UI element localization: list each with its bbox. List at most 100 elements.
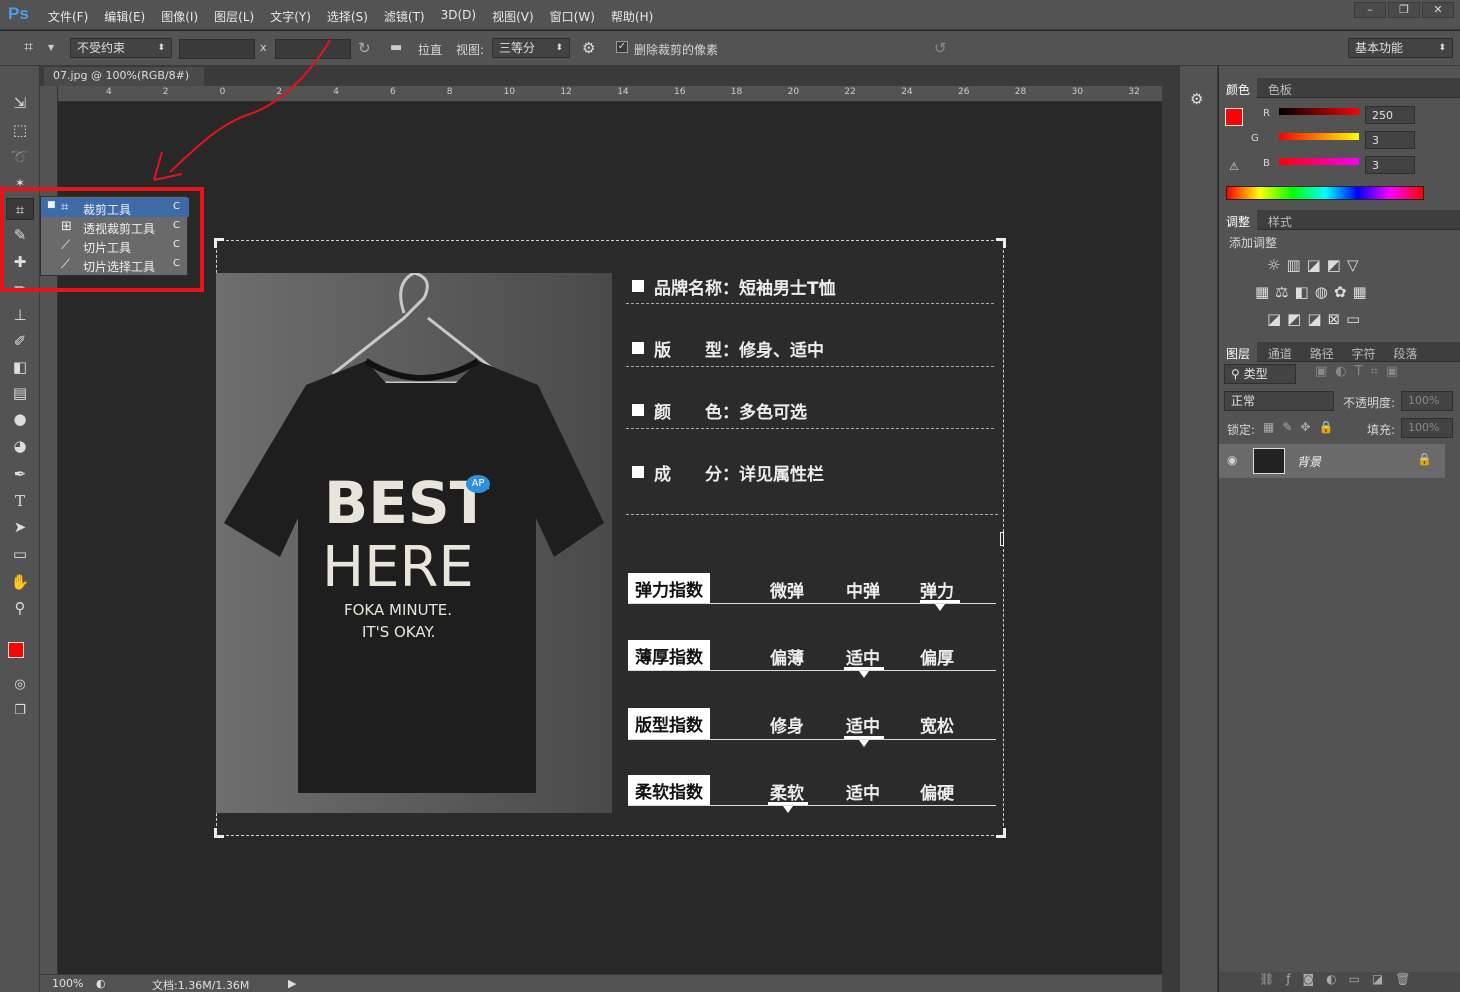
layers-panel-tabs: 图层 通道 路径 字符 段落: [1219, 342, 1460, 365]
pen-tool-icon[interactable]: ✒: [6, 463, 34, 485]
lock-icons[interactable]: ▦✎✥🔒: [1263, 420, 1341, 434]
elasticity-tag: 弹力指数: [628, 573, 710, 604]
zoom-tool-icon[interactable]: ⚲: [6, 597, 34, 619]
zoom-level[interactable]: 100%: [52, 977, 83, 990]
straighten-label[interactable]: 拉直: [418, 41, 442, 58]
dodge-tool-icon[interactable]: ◕: [6, 435, 34, 457]
crop-handle-br[interactable]: [996, 828, 1006, 838]
preset-dropdown-arrow-icon[interactable]: ▼: [48, 43, 54, 52]
panel-fg-swatch[interactable]: [1225, 108, 1243, 126]
screen-mode-icon[interactable]: ❐: [6, 700, 34, 722]
tab-color[interactable]: 颜色: [1219, 78, 1258, 101]
tab-paths[interactable]: 路径: [1303, 342, 1341, 365]
lasso-tool-icon[interactable]: ➰: [6, 146, 34, 168]
adjustment-icons-row-3[interactable]: ◪◩◪⊠▭: [1267, 310, 1366, 328]
view-select[interactable]: 三等分 ⬍: [492, 38, 570, 58]
visibility-eye-icon[interactable]: ◉: [1227, 453, 1237, 467]
layer-footer-icons[interactable]: ⛓ƒ◙◐▭◪🗑: [1219, 972, 1460, 992]
tab-paragraph[interactable]: 段落: [1386, 342, 1424, 365]
tab-layers[interactable]: 图层: [1219, 342, 1258, 365]
adjustment-icons-row-2[interactable]: ▦⚖◧◍✿▦: [1255, 283, 1373, 301]
layer-row-background[interactable]: ◉ 背景 🔒: [1219, 444, 1445, 478]
menu-filter[interactable]: 滤镜(T): [384, 8, 425, 25]
softness-opt-1: 柔软: [770, 784, 804, 804]
tab-adjustments[interactable]: 调整: [1219, 210, 1258, 233]
move-tool-icon[interactable]: ⇲: [6, 92, 34, 114]
spec-brand: 品牌名称：短袖男士T恤: [654, 279, 836, 299]
b-slider[interactable]: [1279, 158, 1359, 165]
gear-icon[interactable]: ⚙: [582, 39, 595, 57]
layer-name[interactable]: 背景: [1297, 453, 1321, 470]
blend-mode-value: 正常: [1231, 394, 1256, 408]
menu-help[interactable]: 帮助(H): [611, 8, 653, 25]
g-slider[interactable]: [1279, 133, 1359, 140]
vertical-scrollbar[interactable]: [1162, 66, 1180, 992]
path-select-tool-icon[interactable]: ➤: [6, 516, 34, 538]
shirt-badge: AP: [466, 475, 490, 493]
delete-pixels-checkbox[interactable]: ✓: [616, 41, 628, 53]
menu-image[interactable]: 图像(I): [161, 8, 198, 25]
shape-tool-icon[interactable]: ▭: [6, 543, 34, 565]
foreground-color-swatch[interactable]: [8, 642, 24, 658]
tab-character[interactable]: 字符: [1345, 342, 1383, 365]
tab-styles[interactable]: 样式: [1261, 210, 1299, 233]
gradient-tool-icon[interactable]: ▤: [6, 382, 34, 404]
ruler-tick: 24: [901, 87, 913, 97]
workspace-select[interactable]: 基本功能 ⬍: [1348, 38, 1453, 58]
minimize-button[interactable]: –: [1354, 2, 1386, 18]
type-tool-icon[interactable]: T: [6, 490, 34, 512]
status-info-icon[interactable]: ◐: [96, 977, 106, 990]
g-value[interactable]: 3: [1365, 131, 1415, 149]
b-label: B: [1263, 158, 1270, 169]
eraser-tool-icon[interactable]: ◧: [6, 356, 34, 378]
reset-icon[interactable]: ↺: [934, 39, 947, 57]
maximize-button[interactable]: ❐: [1388, 2, 1420, 18]
menu-window[interactable]: 窗口(W): [550, 8, 595, 25]
r-value[interactable]: 250: [1365, 106, 1415, 124]
quick-mask-icon[interactable]: ◎: [6, 674, 34, 696]
color-spectrum[interactable]: [1226, 186, 1424, 200]
layer-filter-select[interactable]: ⚲ 类型: [1224, 364, 1296, 384]
tab-swatches[interactable]: 色板: [1261, 78, 1299, 101]
menu-file[interactable]: 文件(F): [48, 8, 88, 25]
layer-filter-icons[interactable]: ▣◐T⌗▣: [1315, 364, 1406, 379]
crop-handle-bl[interactable]: [214, 828, 224, 838]
delete-pixels-label[interactable]: 删除裁剪的像素: [634, 41, 718, 58]
menu-layer[interactable]: 图层(L): [214, 8, 254, 25]
menu-3d[interactable]: 3D(D): [441, 8, 476, 25]
crop-tool-preset-icon[interactable]: ⌗: [24, 37, 33, 57]
crop-handle-right[interactable]: [1000, 532, 1004, 546]
r-slider[interactable]: [1279, 108, 1359, 115]
color-panel-tabs: 颜色 色板: [1219, 78, 1460, 101]
spec-divider: [626, 514, 998, 515]
swap-icon[interactable]: ↻: [358, 39, 371, 57]
opacity-field[interactable]: 100%: [1401, 391, 1453, 411]
crop-handle-tl[interactable]: [214, 238, 224, 248]
lock-icon: 🔒: [1417, 452, 1432, 466]
menu-edit[interactable]: 编辑(E): [104, 8, 145, 25]
marquee-tool-icon[interactable]: ⬚: [6, 119, 34, 141]
blend-mode-select[interactable]: 正常: [1224, 391, 1334, 411]
fill-field[interactable]: 100%: [1401, 418, 1453, 438]
stamp-tool-icon[interactable]: ⊥: [6, 304, 34, 326]
gamut-warning-icon[interactable]: ⚠: [1229, 160, 1239, 173]
adjustment-icons-row-1[interactable]: ☼▥◪◩▽: [1267, 256, 1365, 274]
menu-type[interactable]: 文字(Y): [270, 8, 311, 25]
status-arrow-icon[interactable]: ▶: [288, 977, 296, 990]
history-brush-tool-icon[interactable]: ✐: [6, 330, 34, 352]
close-button[interactable]: ✕: [1422, 2, 1454, 18]
view-label: 视图:: [456, 43, 485, 57]
ratio-select-value: 不受约束: [77, 41, 126, 55]
straighten-icon[interactable]: ▬: [390, 40, 402, 55]
index-highlight: [844, 736, 884, 739]
annotation-red-box: [0, 187, 204, 292]
crop-handle-tr[interactable]: [996, 238, 1006, 248]
menu-view[interactable]: 视图(V): [492, 8, 534, 25]
tab-channels[interactable]: 通道: [1261, 342, 1299, 365]
fit-opt-3: 宽松: [920, 717, 954, 737]
hand-tool-icon[interactable]: ✋: [6, 571, 34, 593]
menu-select[interactable]: 选择(S): [327, 8, 368, 25]
b-value[interactable]: 3: [1365, 156, 1415, 174]
blur-tool-icon[interactable]: ●: [6, 408, 34, 430]
history-panel-icon[interactable]: ⚙: [1190, 90, 1203, 108]
